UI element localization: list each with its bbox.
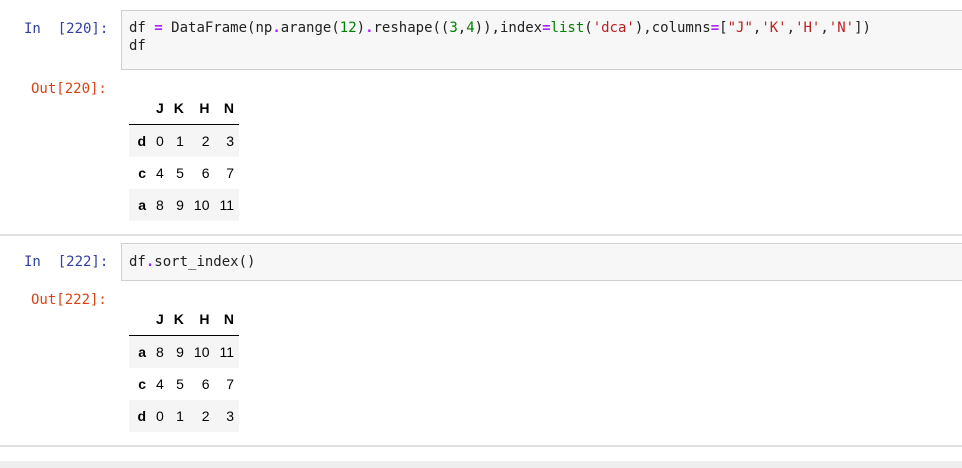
output-prompt: Out[220]: [31,81,107,97]
column-header: J [151,303,169,336]
table-cell: 5 [176,376,184,392]
code-token: ) [356,20,366,36]
table-cell: 6 [201,376,210,392]
index-header-cell [129,92,151,125]
table-row: a 8 9 10 11 [129,335,240,368]
table-cell: 3 [226,408,235,424]
table-cell: 0 [156,408,164,424]
table-cell: 4 [156,376,164,392]
code-input-area[interactable]: df = DataFrame(np.arange(12).reshape((3,… [121,10,962,70]
code-token: 'H' [795,20,821,36]
code-input-area[interactable]: df.sort_index() [121,243,962,281]
dataframe-table: JKHN d 0 1 2 3 c 4 5 6 7 a 8 9 10 11 [129,92,240,221]
code-token: 4 [466,20,475,36]
table-cell: 8 [156,344,164,360]
code-token: . [272,20,281,36]
code-token: ),columns [634,20,711,36]
input-prompt: In [222]: [24,254,109,270]
table-cell: 10 [193,197,210,213]
row-index: a [138,344,146,360]
code-token: [ [719,20,728,36]
row-index: d [137,133,146,149]
dataframe-table: JKHN a 8 9 10 11 c 4 5 6 7 d 0 1 2 3 [129,303,240,432]
code-token: = [710,20,720,36]
code-token: 12 [339,20,357,36]
table-row: a 8 9 10 11 [129,189,240,221]
row-index: d [137,408,146,424]
table-cell: 6 [201,165,210,181]
column-header: K [168,92,189,125]
next-cell-edge [0,461,962,468]
column-header: N [214,92,240,125]
table-cell: 11 [219,197,235,213]
table-cell: 7 [226,165,235,181]
table-cell: 7 [226,376,235,392]
code-token: ( [584,20,593,36]
code-token: 'dca' [592,20,635,36]
code-token: . [365,20,374,36]
column-header: N [214,303,240,336]
cell-separator [0,234,962,236]
table-cell: 3 [226,133,235,149]
table-cell: 1 [176,408,184,424]
column-header: K [168,303,189,336]
table-row: c45 67 [129,368,239,400]
table-header-row: JKHN [129,303,240,336]
code-token: 'N' [828,20,855,36]
table-row: c45 67 [129,157,239,189]
row-index: c [138,376,146,392]
code-token: , [457,20,467,36]
code-line: df [129,38,146,54]
code-token: , [820,20,829,36]
column-header: H [188,92,215,125]
table-cell: 2 [201,408,210,424]
output-prompt: Out[222]: [31,292,107,308]
table-cell: 2 [201,133,210,149]
index-header-cell [129,303,151,336]
table-row: d01 23 [129,124,240,157]
table-cell: 0 [156,133,164,149]
code-token: "J" [727,20,753,36]
table-row: d01 23 [129,400,240,432]
column-header: H [188,303,215,336]
row-index: a [138,197,146,213]
code-token: )),index [474,20,543,36]
code-token: , [786,20,796,36]
table-cell: 4 [156,165,164,181]
code-line: df.sort_index() [122,253,962,271]
table-cell: 5 [176,165,184,181]
row-index: c [138,165,146,181]
table-cell: 9 [176,197,184,213]
column-header: J [151,92,169,125]
table-header-row: JKHN [129,92,240,125]
code-token: reshape(( [373,20,450,36]
code-token: list [550,20,585,36]
code-token: DataFrame(np [162,20,273,36]
code-token: = [542,20,551,36]
code-token: arange( [280,20,340,36]
code-token: ]) [854,20,871,36]
table-cell: 9 [176,344,184,360]
code-line: df = DataFrame(np.arange(12).reshape((3,… [122,19,962,37]
cell-separator [0,445,962,447]
input-prompt: In [220]: [24,21,109,37]
code-token: sort_index() [154,254,256,270]
code-token: 3 [449,20,458,36]
table-cell: 1 [176,133,184,149]
code-token: 'K' [761,20,787,36]
table-cell: 10 [193,344,210,360]
code-token: df [129,254,146,270]
code-token: = [154,20,163,36]
code-token: df [129,20,155,36]
table-cell: 8 [156,197,164,213]
table-cell: 11 [219,344,235,360]
